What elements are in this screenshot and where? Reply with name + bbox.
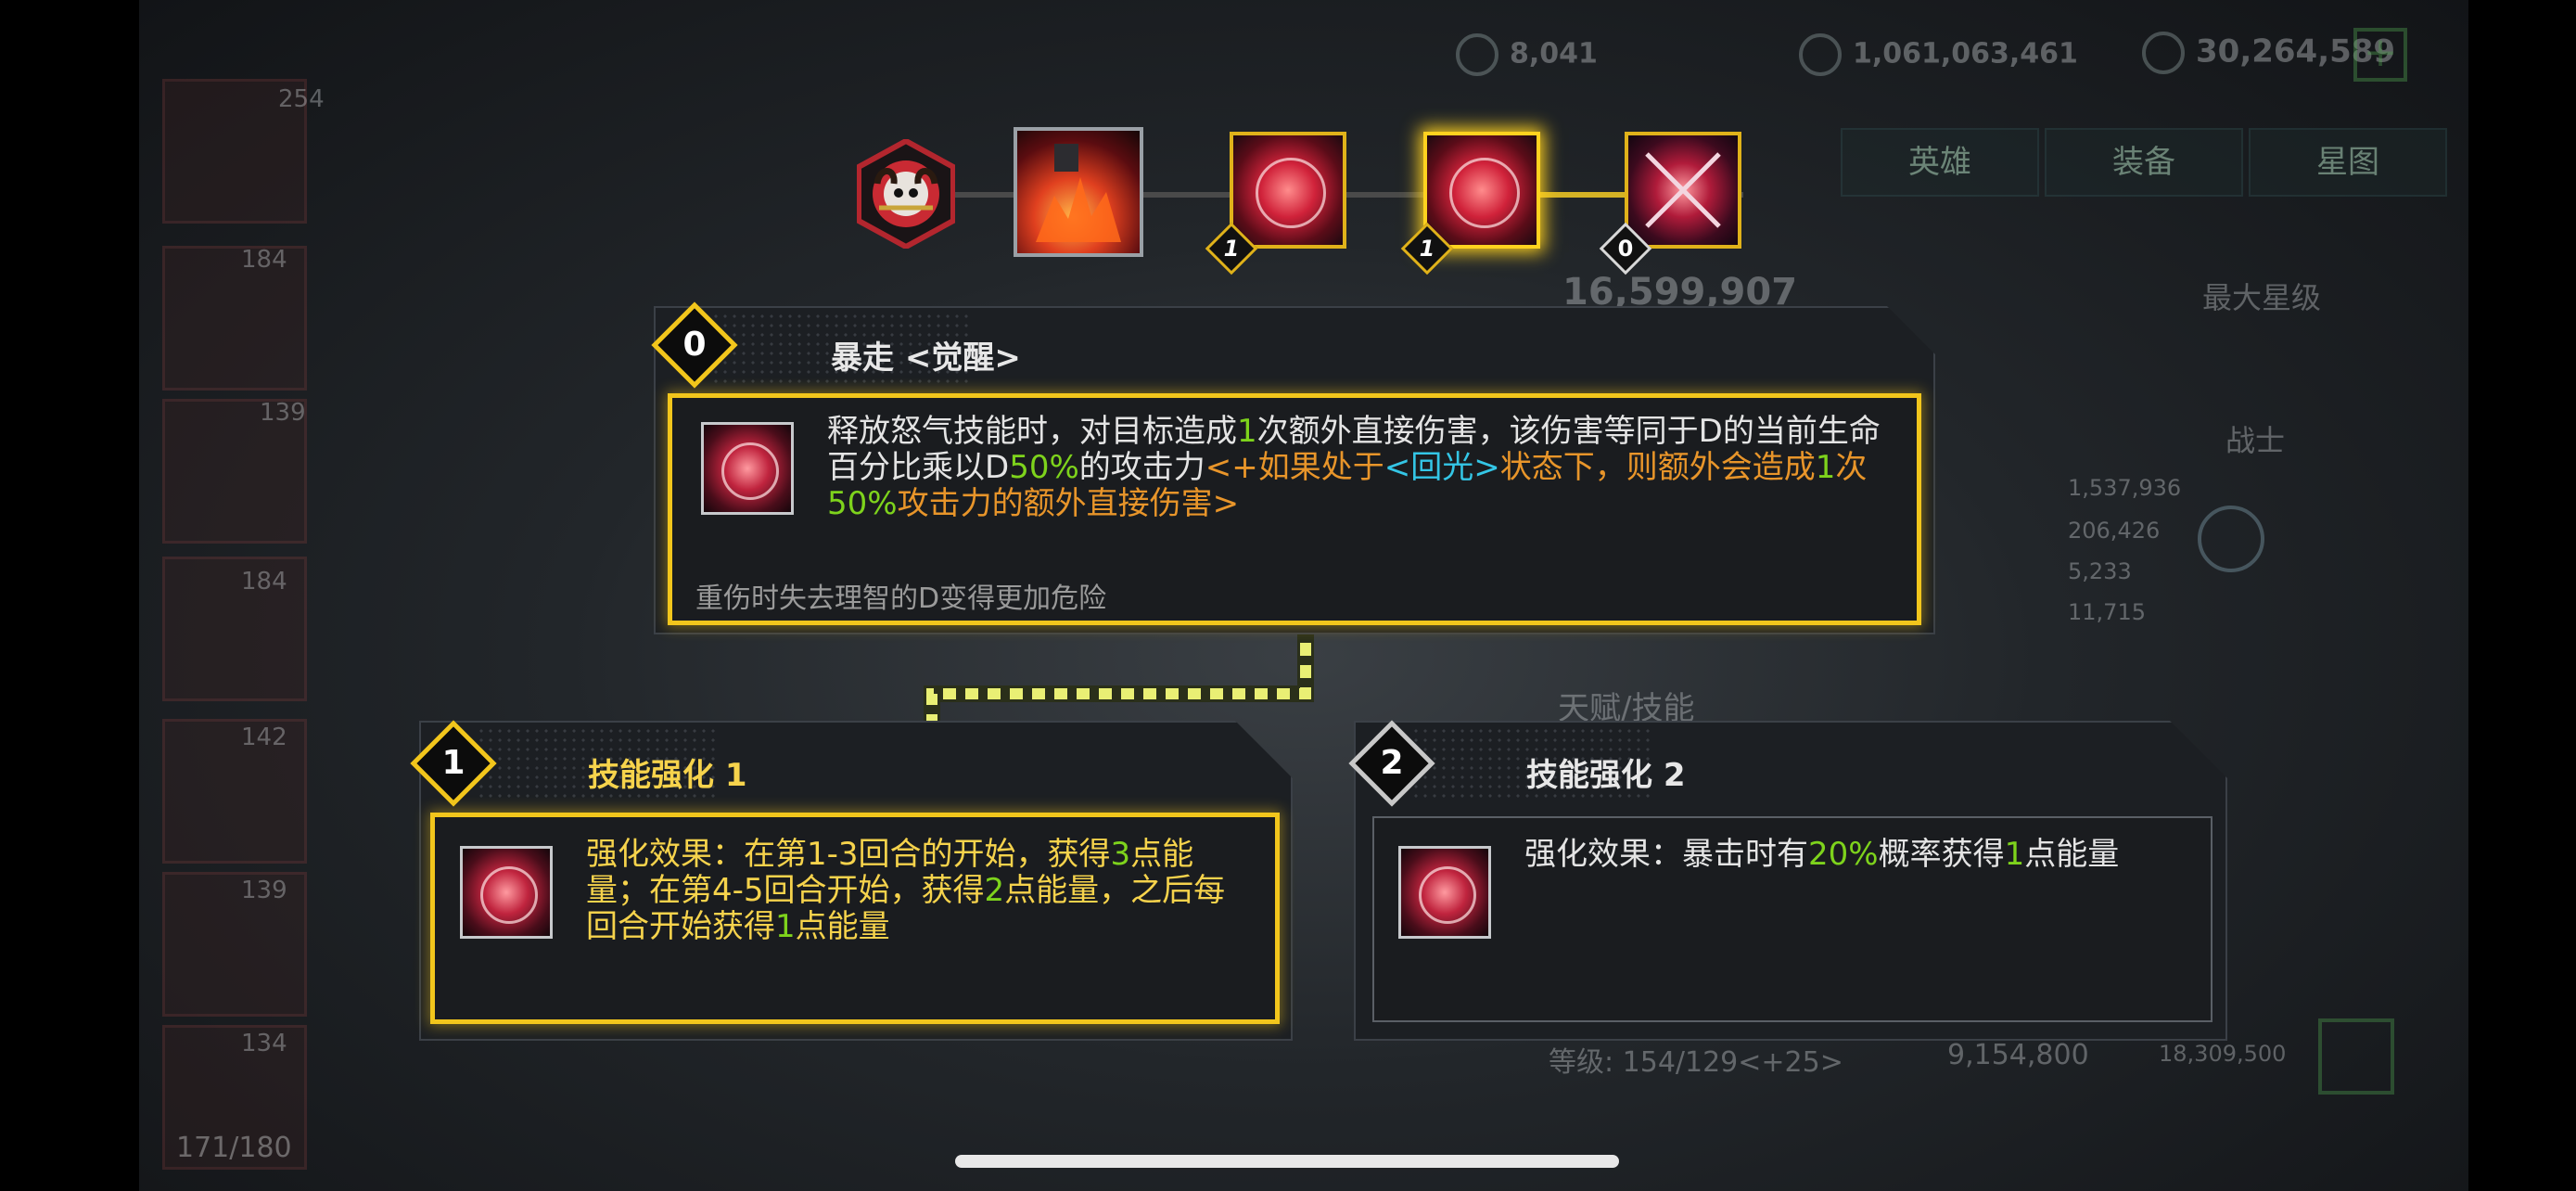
gold-coin-icon [2142,32,2185,74]
level-cost-2: 18,309,500 [2159,1041,2287,1067]
letterbox-left [0,0,139,1191]
skill-upgrade-icon-2[interactable] [1423,132,1540,249]
hero-level: 254 [278,85,325,113]
stat-4: 11,715 [2068,599,2146,625]
awaken-title: 暴走 <觉醒> [831,339,1021,377]
hero-level: 142 [241,724,287,751]
add-currency-button[interactable]: + [2353,28,2407,82]
enhance-1-title: 技能强化 1 [588,757,747,794]
hero-level: 139 [241,877,287,904]
skill-upgrade-icon-1[interactable] [1230,132,1346,249]
hero-level: 134 [241,1030,287,1057]
stat-3: 5,233 [2068,558,2132,584]
tab-equipment[interactable]: 装备 [2045,128,2243,197]
gear-badge-icon [1456,33,1498,76]
stat-1: 1,537,936 [2068,475,2182,501]
currency-exp: 1,061,063,461 [1799,33,2078,76]
search-icon[interactable] [2198,506,2264,572]
awaken-skill-icon [701,422,794,515]
max-star-label: 最大星级 [2202,280,2322,315]
enhance-1-description: 强化效果：在第1-3回合的开始，获得3点能量；在第4-5回合开始，获得2点能量，… [586,836,1226,945]
level-row: 等级: 154/129<+25> [1549,1046,1843,1079]
hero-level: 184 [241,568,287,596]
enhance-2-title: 技能强化 2 [1526,757,1686,794]
class-label: 战士 [2225,423,2286,458]
currency-gear: 8,041 [1456,33,1598,76]
roster-count: 171/180 [176,1132,292,1164]
enhance-1-skill-icon [460,846,553,939]
tab-hero[interactable]: 英雄 [1841,128,2039,197]
stat-2: 206,426 [2068,518,2161,544]
tab-star-map[interactable]: 星图 [2249,128,2447,197]
exp-coin-icon [1799,33,1842,76]
level-up-button[interactable] [2318,1018,2394,1095]
skill-awaken-icon[interactable] [1625,132,1741,249]
letterbox-right [2468,0,2576,1191]
hero-level: 184 [241,246,287,274]
awaken-description: 释放怒气技能时，对目标造成1次额外直接伤害，该伤害等同于D的当前生命百分比乘以D… [827,413,1881,522]
enhance-2-skill-icon [1398,846,1491,939]
ram-skull-icon[interactable] [857,139,955,249]
awaken-flavor-text: 重伤时失去理智的D变得更加危险 [695,583,1107,615]
level-cost-1: 9,154,800 [1947,1039,2089,1071]
skill-main-icon[interactable] [1014,127,1143,257]
hero-level: 139 [260,399,306,427]
home-indicator[interactable] [955,1155,1619,1168]
enhance-2-description: 强化效果：暴击时有20%概率获得1点能量 [1524,836,2120,873]
